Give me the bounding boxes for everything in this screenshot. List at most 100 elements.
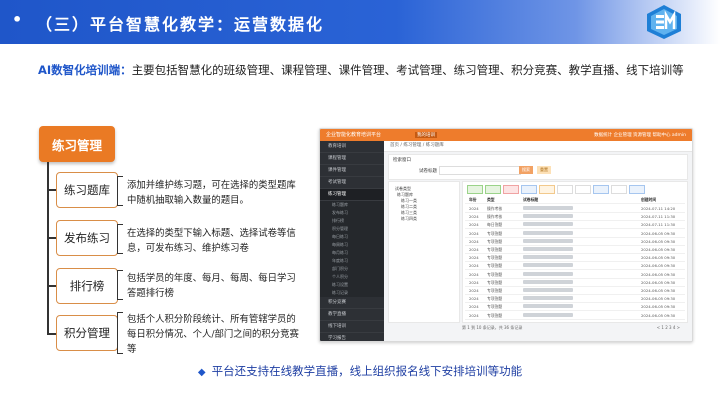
search-button[interactable]: 搜索 (519, 166, 533, 174)
table-row[interactable]: 2024 专项答题 2024-06-05 09:30 (465, 295, 685, 304)
tree-connector (47, 162, 49, 334)
redacted-title (523, 271, 573, 276)
app-sidebar-item[interactable]: 课程管理 (320, 153, 384, 165)
app-sidebar-item[interactable]: 积分竞赛 (320, 297, 384, 309)
app-sidebar-subitem[interactable]: 每周练习 (320, 241, 384, 249)
table-footer: 第 1 到 10 条记录，共 36 条记录 < 1 2 3 4 > (462, 323, 686, 333)
table-cell-date: 2024-07-11 11:30 (641, 222, 676, 228)
table-row[interactable]: 2024 每日答题 2024-07-11 11:30 (465, 221, 685, 230)
toolbar-button[interactable] (593, 185, 609, 194)
table-cell-type: 专项答题 (487, 230, 503, 236)
app-sidebar-item[interactable]: 练习管理 (320, 189, 384, 201)
app-sidebar-item[interactable]: 线下培训 (320, 321, 384, 333)
toolbar-button[interactable] (503, 185, 519, 194)
table-cell-date: 2024-06-05 09:30 (641, 263, 676, 269)
redacted-title (523, 263, 573, 268)
app-sidebar-subitem[interactable]: 排行榜 (320, 217, 384, 225)
app-sidebar-item[interactable]: 考试管理 (320, 177, 384, 189)
table-cell-type: 专项答题 (487, 288, 503, 293)
app-sidebar-subitem[interactable]: 练习题库 (320, 201, 384, 209)
feature-box-question-bank: 练习题库 (56, 172, 118, 208)
table-cell-date: 2024-07-11 14:20 (641, 206, 676, 211)
bottom-note: ◆ 平台还支持在线教学直播，线上组织报名线下安排培训等功能 (0, 363, 720, 379)
brace-line (117, 312, 123, 354)
app-sidebar-item[interactable]: 学习报告 (320, 333, 384, 341)
table-row[interactable]: 2024 专项答题 2024-06-05 09:30 (465, 287, 685, 295)
app-sidebar-item[interactable]: 课件管理 (320, 165, 384, 177)
table-cell-year: 2024 (469, 271, 479, 277)
table-row[interactable]: 2024 专项答题 2024-06-05 09:30 (465, 312, 685, 320)
table-row[interactable]: 2024 专项答题 2024-06-05 09:30 (465, 230, 685, 238)
table-cell-date: 2024-06-05 09:30 (641, 238, 676, 244)
table-row[interactable]: 2024 专项答题 2024-06-05 09:30 (465, 262, 685, 271)
table-cell-date: 2024-06-05 09:30 (641, 279, 676, 285)
feature-desc-leaderboard: 包括学员的年度、每月、每周、每日学习答题排行榜 (127, 273, 296, 299)
toolbar-button[interactable] (557, 185, 573, 194)
app-screenshot: 企业智能化教育培训平台 我的培训 数据统计 企业管理 资源管理 帮助中心 adm… (319, 128, 693, 342)
table-cell-type: 专项答题 (487, 263, 503, 269)
toolbar-button[interactable] (575, 185, 591, 194)
pagination[interactable]: < 1 2 3 4 > (657, 323, 680, 333)
table-cell-year: 2024 (469, 247, 479, 252)
table-cell-type: 操作考核 (487, 214, 503, 220)
table-cell-type: 专项答题 (487, 238, 503, 244)
table-row[interactable]: 2024 操作考核 2024-07-11 11:30 (465, 213, 685, 222)
table-cell-year: 2024 (469, 304, 479, 310)
tree-item[interactable]: 练习四类 (389, 216, 459, 222)
app-title: 企业智能化教育培训平台 (326, 132, 382, 138)
redacted-title (523, 247, 573, 251)
app-sidebar-subitem[interactable]: 每日练习 (320, 233, 384, 241)
table-cell-date: 2024-06-05 09:30 (641, 288, 676, 293)
table-cell-date: 2024-06-05 09:30 (641, 296, 676, 302)
table-header: 年份 类型 试卷标题 创建时间 (465, 196, 685, 204)
app-breadcrumb: 首页 / 练习管理 / 练习题库 (384, 141, 692, 152)
col-year-header: 年份 (469, 197, 477, 202)
table-row[interactable]: 2024 专项答题 2024-06-05 09:30 (465, 246, 685, 254)
search-input[interactable] (439, 166, 521, 175)
app-main: 首页 / 练习管理 / 练习题库 检索窗口 试卷标题 搜索 重置 试卷类型 练习… (384, 141, 692, 341)
diamond-icon: ◆ (197, 367, 206, 378)
toolbar-button[interactable] (467, 185, 483, 194)
table-row[interactable]: 2024 专项答题 2024-06-05 09:30 (465, 279, 685, 287)
app-sidebar-subitem[interactable]: 个人积分 (320, 273, 384, 281)
app-sidebar-subitem[interactable]: 每月练习 (320, 249, 384, 257)
app-sidebar-item[interactable]: 教育培训 (320, 141, 384, 153)
col-type-header: 类型 (487, 197, 495, 202)
table-row[interactable]: 2024 操作考核 2024-07-11 14:20 (465, 205, 685, 213)
app-sidebar-subitem[interactable]: 发布练习 (320, 209, 384, 217)
table-cell-type: 专项答题 (487, 312, 503, 318)
feature-desc-publish-practice: 在选择的类型下输入标题、选择试卷等信息，可发布练习、维护练习卷 (127, 228, 296, 254)
brace-line (117, 224, 123, 254)
app-sidebar-item[interactable]: 教学直播 (320, 309, 384, 321)
toolbar-button[interactable] (539, 185, 555, 194)
table-cell-type: 操作考核 (487, 206, 503, 211)
intro-highlight: AI数智化培训端： (38, 63, 132, 77)
toolbar-button[interactable] (485, 185, 501, 194)
toolbar-button[interactable] (629, 185, 645, 194)
brace-line (117, 270, 123, 300)
table-cell-year: 2024 (469, 255, 479, 261)
table-row[interactable]: 2024 专项答题 2024-06-05 09:30 (465, 303, 685, 312)
app-active-tab[interactable]: 我的培训 (415, 132, 437, 138)
app-type-tree: 试卷类型 练习题库 练习一类 练习二类 练习三类 练习四类 (388, 181, 460, 323)
table-cell-type: 专项答题 (487, 304, 503, 310)
reset-button[interactable]: 重置 (537, 166, 551, 174)
brace-line (117, 176, 123, 206)
table-record-count: 第 1 到 10 条记录，共 36 条记录 (462, 325, 523, 330)
app-sidebar-subitem[interactable]: 练习设置 (320, 281, 384, 289)
table-cell-type: 专项答题 (487, 255, 503, 261)
app-sidebar-subitem[interactable]: 年度练习 (320, 257, 384, 265)
table-cell-date: 2024-06-05 09:30 (641, 312, 676, 318)
redacted-title (523, 279, 573, 284)
app-sidebar-subitem[interactable]: 练习记录 (320, 289, 384, 297)
toolbar-button[interactable] (521, 185, 537, 194)
app-search-panel: 检索窗口 试卷标题 搜索 重置 (388, 154, 688, 180)
redacted-title (523, 255, 573, 260)
app-sidebar-subitem[interactable]: 积分管理 (320, 225, 384, 233)
app-top-nav[interactable]: 数据统计 企业管理 资源管理 帮助中心 admin (594, 132, 686, 138)
app-sidebar-subitem[interactable]: 部门积分 (320, 265, 384, 273)
toolbar-button[interactable] (611, 185, 627, 194)
table-row[interactable]: 2024 专项答题 2024-06-05 09:30 (465, 238, 685, 246)
table-row[interactable]: 2024 专项答题 2024-06-05 09:30 (465, 254, 685, 263)
table-row[interactable]: 2024 专项答题 2024-06-05 09:30 (465, 271, 685, 279)
